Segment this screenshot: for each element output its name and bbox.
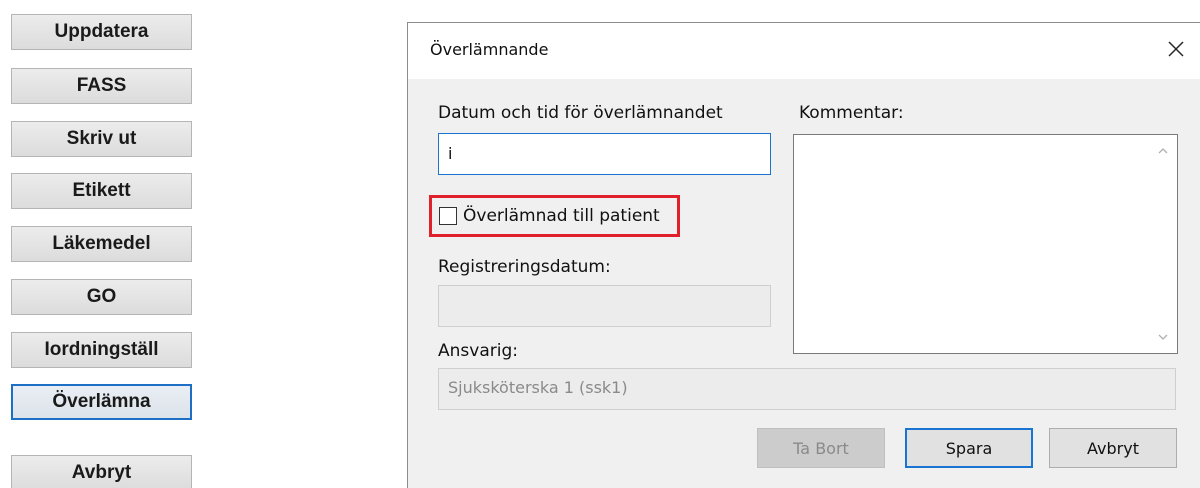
medication-button[interactable]: Läkemedel (11, 226, 192, 262)
go-button[interactable]: GO (11, 279, 192, 315)
label-button[interactable]: Etikett (11, 173, 192, 209)
side-cancel-button[interactable]: Avbryt (11, 455, 192, 488)
dialog-titlebar: Överlämnande (408, 23, 1200, 79)
datetime-input[interactable]: i (438, 133, 771, 175)
comment-textarea[interactable] (793, 134, 1178, 354)
scroll-down-icon[interactable] (1157, 331, 1169, 343)
registration-date-field (438, 285, 771, 327)
handed-to-patient-label[interactable]: Överlämnad till patient (463, 206, 660, 226)
save-button[interactable]: Spara (905, 428, 1033, 468)
update-button[interactable]: Uppdatera (11, 14, 192, 50)
scroll-up-icon[interactable] (1157, 145, 1169, 157)
close-icon[interactable] (1162, 35, 1190, 63)
datetime-label: Datum och tid för överlämnandet (438, 103, 723, 123)
registration-date-label: Registreringsdatum: (438, 257, 611, 277)
delete-button: Ta Bort (757, 428, 885, 468)
comment-label: Kommentar: (799, 103, 904, 123)
screen: Uppdatera FASS Skriv ut Etikett Läkemede… (0, 0, 1200, 488)
fass-button[interactable]: FASS (11, 68, 192, 104)
cancel-button[interactable]: Avbryt (1049, 428, 1177, 468)
print-button[interactable]: Skriv ut (11, 121, 192, 157)
dialog-title: Överlämnande (430, 40, 549, 59)
responsible-label: Ansvarig: (438, 341, 518, 361)
responsible-field: Sjuksköterska 1 (ssk1) (438, 368, 1176, 410)
hand-over-button[interactable]: Överlämna (11, 384, 192, 420)
prepare-button[interactable]: Iordningställ (11, 332, 192, 368)
handed-to-patient-checkbox[interactable] (439, 207, 457, 225)
handover-dialog: Överlämnande Datum och tid för överlämna… (407, 22, 1200, 488)
